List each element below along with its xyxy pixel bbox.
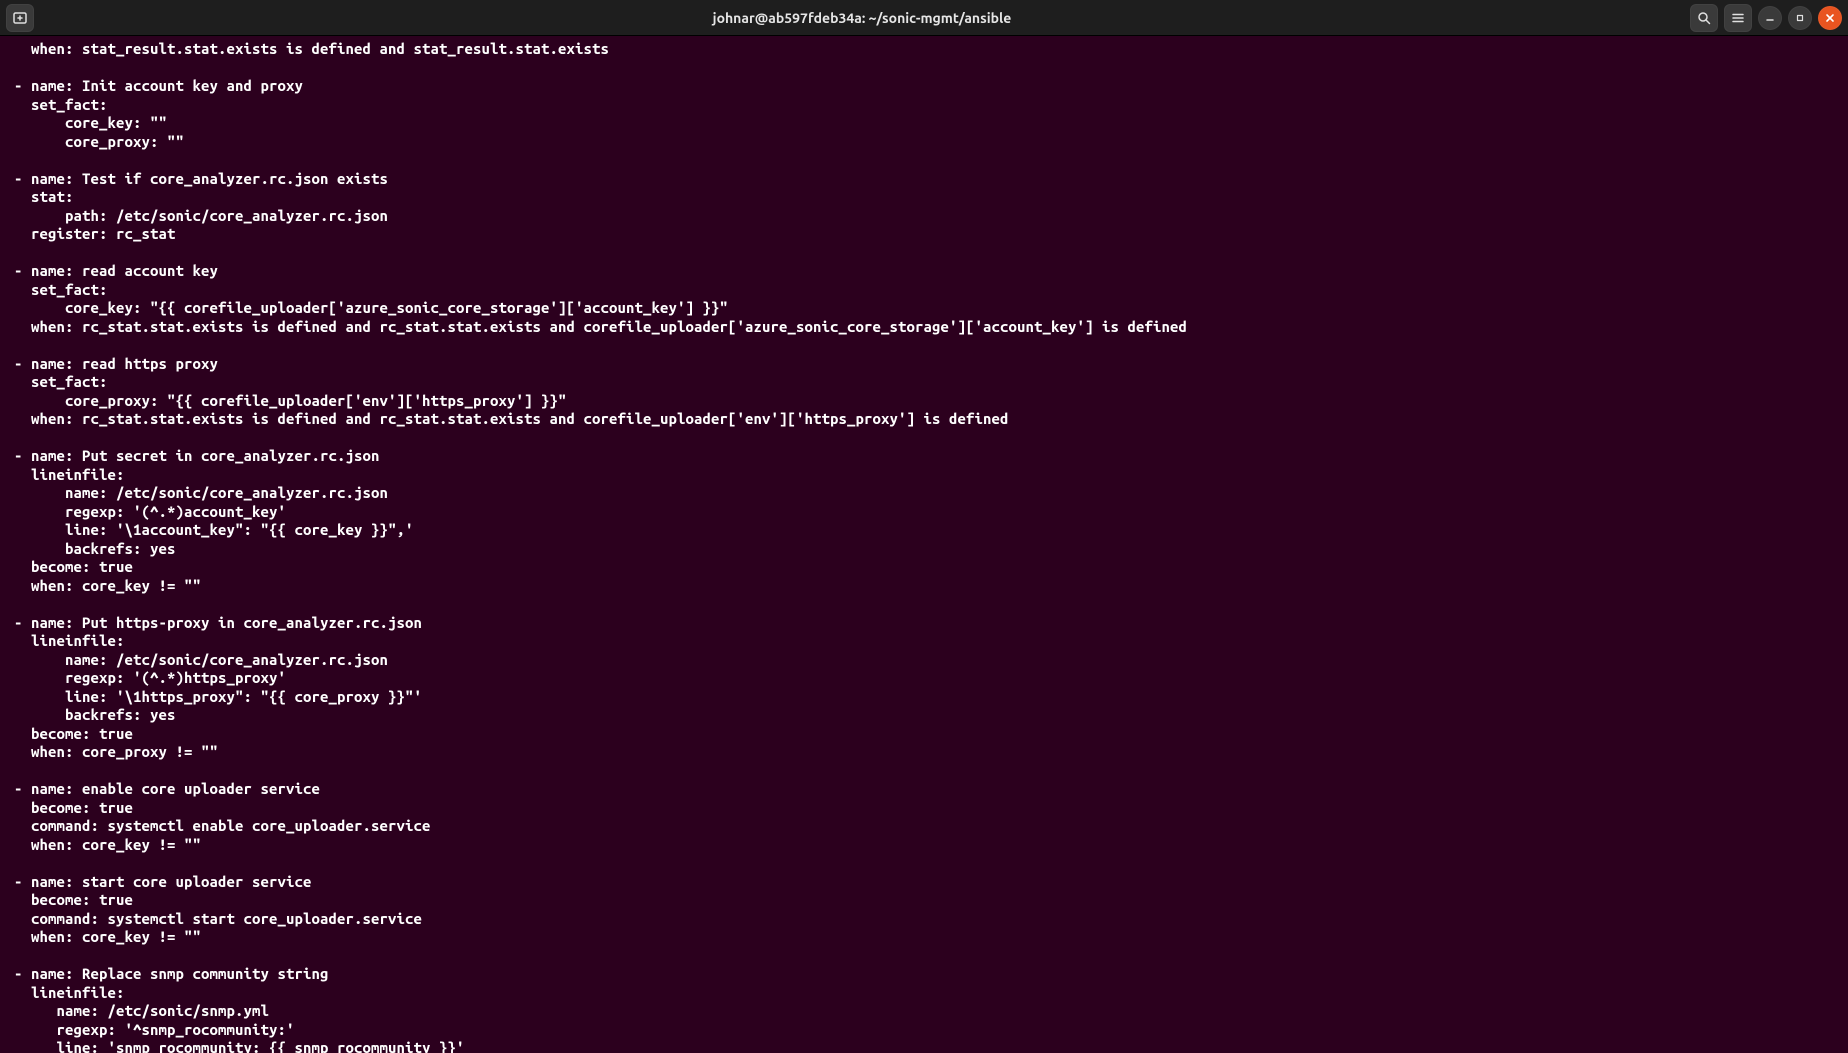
terminal-window: johnar@ab597fdeb34a: ~/sonic-mgmt/ansibl…	[0, 0, 1848, 1053]
close-button[interactable]	[1818, 6, 1842, 30]
hamburger-menu-icon	[1730, 10, 1746, 26]
new-tab-icon	[12, 10, 28, 26]
terminal-viewport[interactable]: when: stat_result.stat.exists is defined…	[0, 36, 1848, 1053]
search-icon	[1696, 10, 1712, 26]
menu-button[interactable]	[1724, 4, 1752, 32]
maximize-icon	[1794, 12, 1806, 24]
new-tab-button[interactable]	[6, 4, 34, 32]
window-title: johnar@ab597fdeb34a: ~/sonic-mgmt/ansibl…	[34, 10, 1690, 26]
minimize-icon	[1764, 12, 1776, 24]
minimize-button[interactable]	[1758, 6, 1782, 30]
titlebar: johnar@ab597fdeb34a: ~/sonic-mgmt/ansibl…	[0, 0, 1848, 36]
maximize-button[interactable]	[1788, 6, 1812, 30]
terminal-content[interactable]: when: stat_result.stat.exists is defined…	[14, 40, 1848, 1053]
search-button[interactable]	[1690, 4, 1718, 32]
close-icon	[1824, 12, 1836, 24]
